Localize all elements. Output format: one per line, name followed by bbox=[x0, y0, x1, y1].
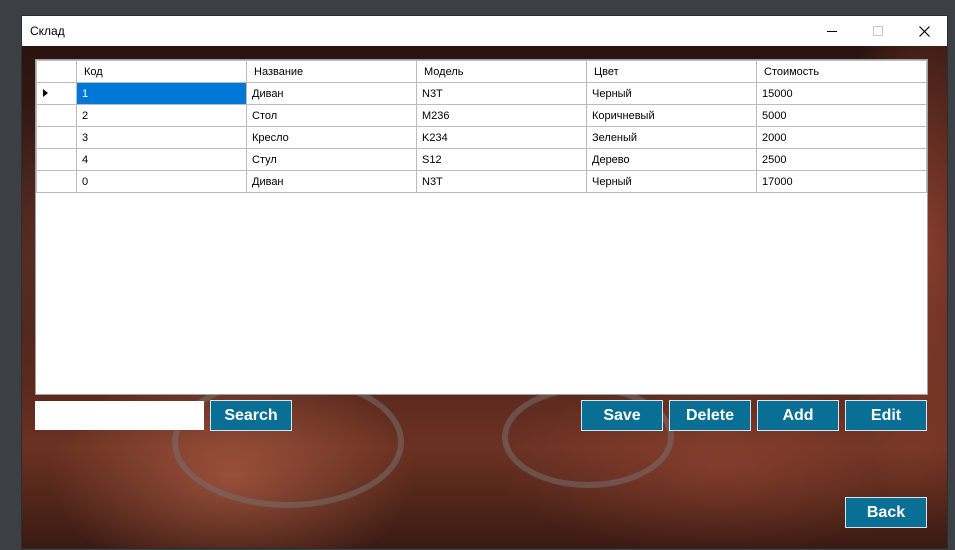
table-row[interactable]: 3 Кресло K234 Зеленый 2000 bbox=[36, 126, 927, 149]
cell-name[interactable]: Стол bbox=[246, 104, 417, 127]
cell-price[interactable]: 5000 bbox=[756, 104, 927, 127]
cell-code[interactable]: 1 bbox=[76, 82, 247, 105]
cell-code[interactable]: 0 bbox=[76, 170, 247, 193]
cell-color[interactable]: Коричневый bbox=[586, 104, 757, 127]
column-header-color[interactable]: Цвет bbox=[586, 60, 757, 83]
table-row[interactable]: 2 Стол M236 Коричневый 5000 bbox=[36, 104, 927, 127]
cell-price[interactable]: 2500 bbox=[756, 148, 927, 171]
row-header[interactable] bbox=[36, 104, 77, 127]
window-title: Склад bbox=[30, 24, 65, 38]
column-header-price[interactable]: Стоимость bbox=[756, 60, 927, 83]
save-button[interactable]: Save bbox=[581, 400, 663, 431]
row-header[interactable] bbox=[36, 126, 77, 149]
cell-model[interactable]: N3T bbox=[416, 82, 587, 105]
cell-code[interactable]: 3 bbox=[76, 126, 247, 149]
cell-model[interactable]: M236 bbox=[416, 104, 587, 127]
cell-price[interactable]: 2000 bbox=[756, 126, 927, 149]
back-button[interactable]: Back bbox=[845, 497, 927, 528]
minimize-button[interactable] bbox=[809, 16, 855, 46]
cell-name[interactable]: Диван bbox=[246, 82, 417, 105]
title-bar: Склад bbox=[22, 16, 947, 46]
background-chair-shape bbox=[172, 376, 404, 508]
cell-name[interactable]: Кресло bbox=[246, 126, 417, 149]
column-header-model[interactable]: Модель bbox=[416, 60, 587, 83]
cell-model[interactable]: S12 bbox=[416, 148, 587, 171]
table-row[interactable]: 4 Стул S12 Дерево 2500 bbox=[36, 148, 927, 171]
row-pointer-icon bbox=[43, 89, 48, 97]
grid-corner-header[interactable] bbox=[36, 60, 77, 83]
form-client-area: Код Название Модель Цвет Стоимость 1 Див… bbox=[22, 46, 947, 548]
maximize-button[interactable] bbox=[855, 16, 901, 46]
cell-name[interactable]: Диван bbox=[246, 170, 417, 193]
cell-color[interactable]: Дерево bbox=[586, 148, 757, 171]
row-header[interactable] bbox=[36, 170, 77, 193]
table-row[interactable]: 1 Диван N3T Черный 15000 bbox=[36, 82, 927, 105]
search-button[interactable]: Search bbox=[210, 400, 292, 431]
row-header[interactable] bbox=[36, 82, 77, 105]
app-window: Склад Код Название Модель Цвет Стоимость… bbox=[22, 16, 947, 548]
delete-button[interactable]: Delete bbox=[669, 400, 751, 431]
cell-color[interactable]: Зеленый bbox=[586, 126, 757, 149]
cell-model[interactable]: K234 bbox=[416, 126, 587, 149]
minimize-icon bbox=[827, 31, 837, 32]
data-grid-table: Код Название Модель Цвет Стоимость 1 Див… bbox=[36, 60, 927, 193]
cell-price[interactable]: 15000 bbox=[756, 82, 927, 105]
cell-name[interactable]: Стул bbox=[246, 148, 417, 171]
maximize-icon bbox=[873, 26, 883, 36]
grid-header-row: Код Название Модель Цвет Стоимость bbox=[36, 60, 927, 83]
cell-code[interactable]: 2 bbox=[76, 104, 247, 127]
close-button[interactable] bbox=[901, 16, 947, 46]
cell-code[interactable]: 4 bbox=[76, 148, 247, 171]
column-header-code[interactable]: Код bbox=[76, 60, 247, 83]
cell-color[interactable]: Черный bbox=[586, 170, 757, 193]
data-grid[interactable]: Код Название Модель Цвет Стоимость 1 Див… bbox=[35, 59, 928, 395]
row-header[interactable] bbox=[36, 148, 77, 171]
cell-price[interactable]: 17000 bbox=[756, 170, 927, 193]
cell-model[interactable]: N3T bbox=[416, 170, 587, 193]
search-input[interactable] bbox=[35, 401, 204, 430]
table-row[interactable]: 0 Диван N3T Черный 17000 bbox=[36, 170, 927, 193]
add-button[interactable]: Add bbox=[757, 400, 839, 431]
edit-button[interactable]: Edit bbox=[845, 400, 927, 431]
column-header-name[interactable]: Название bbox=[246, 60, 417, 83]
close-icon bbox=[918, 25, 930, 37]
cell-color[interactable]: Черный bbox=[586, 82, 757, 105]
